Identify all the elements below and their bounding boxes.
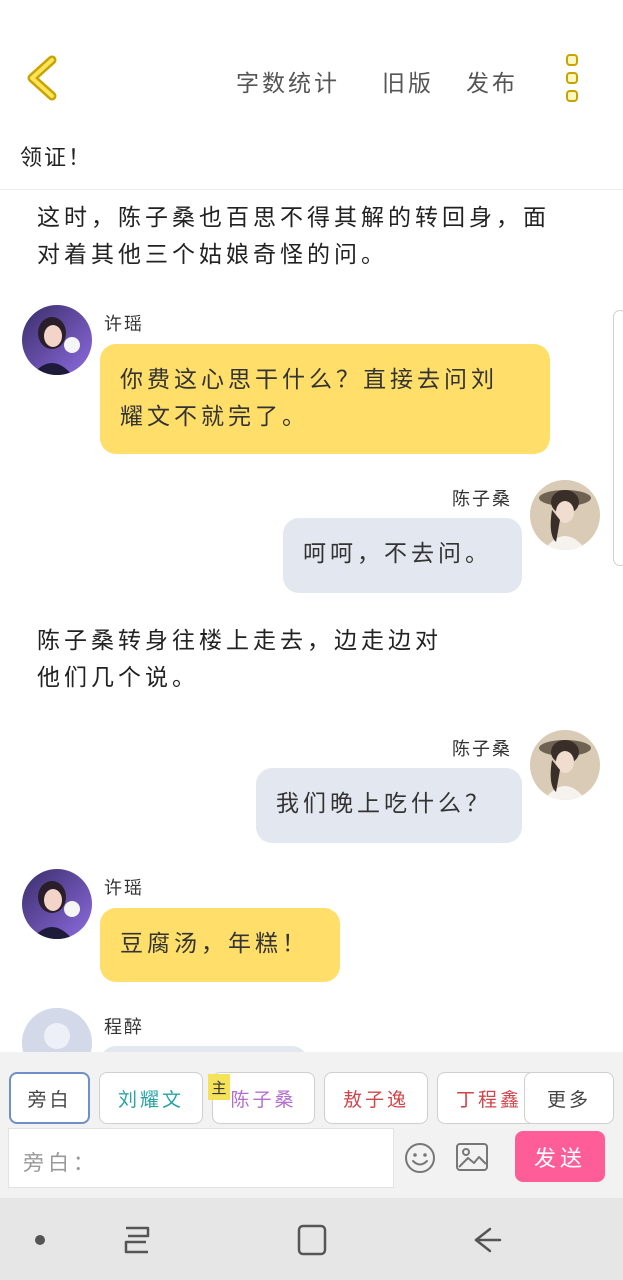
character-name: 许瑶 [104, 314, 144, 335]
avatar-image [530, 730, 600, 800]
message-input[interactable]: 旁白： [8, 1128, 394, 1188]
message-bubble[interactable]: 你费这心思干什么？直接去问刘 耀文不就完了。 [100, 344, 550, 454]
chat-area[interactable]: 这时，陈子桑也百思不得其解的转回身，面 对着其他三个姑娘奇怪的问。 许瑶 你费这… [0, 190, 623, 1052]
narration-line: 这时，陈子桑也百思不得其解的转回身，面 [37, 205, 550, 231]
image-button[interactable] [455, 1142, 489, 1172]
avatar[interactable] [22, 869, 92, 939]
avatar-image [22, 305, 92, 375]
avatar[interactable] [22, 305, 92, 375]
chapter-title[interactable]: 领证！ [20, 140, 92, 172]
protagonist-badge: 主 [208, 1074, 230, 1100]
top-toolbar: 字数统计 旧版 发布 领证！ [0, 0, 623, 190]
system-nav-bar [0, 1198, 623, 1280]
scroll-handle[interactable] [613, 310, 623, 566]
narration-line: 对着其他三个姑娘奇怪的问。 [37, 242, 388, 268]
character-chip[interactable]: 敖子逸 [324, 1072, 428, 1124]
default-avatar-icon [22, 1008, 92, 1052]
smiley-icon [405, 1143, 435, 1173]
narration-line: 他们几个说。 [37, 665, 199, 691]
more-menu-button[interactable] [560, 52, 588, 104]
narration-message[interactable]: 这时，陈子桑也百思不得其解的转回身，面 对着其他三个姑娘奇怪的问。 [37, 200, 597, 274]
input-panel: 旁白 刘耀文 陈子桑 主 敖子逸 丁程鑫 更多 旁白： 发送 [0, 1052, 623, 1198]
emoji-button[interactable] [404, 1142, 436, 1174]
character-name: 陈子桑 [452, 489, 512, 510]
old-version-button[interactable]: 旧版 [382, 64, 434, 98]
narration-line: 陈子桑转身往楼上走去，边走边对 [37, 628, 442, 654]
avatar-image [22, 869, 92, 939]
recent-apps-icon[interactable] [120, 1224, 154, 1256]
word-count-button[interactable]: 字数统计 [236, 64, 340, 98]
avatar[interactable] [22, 1008, 92, 1052]
message-bubble[interactable]: 豆腐汤，年糕！ [100, 908, 340, 982]
back-nav-icon[interactable] [470, 1223, 504, 1257]
narration-message[interactable]: 陈子桑转身往楼上走去，边走边对 他们几个说。 [37, 623, 597, 697]
back-button[interactable] [18, 52, 68, 104]
more-characters-button[interactable]: 更多 [524, 1072, 614, 1124]
image-icon [456, 1143, 488, 1171]
home-icon[interactable] [296, 1223, 328, 1257]
character-chip-narrator[interactable]: 旁白 [9, 1072, 90, 1124]
avatar[interactable] [530, 480, 600, 550]
publish-button[interactable]: 发布 [466, 64, 518, 98]
message-line: 你费这心思干什么？直接去问刘 [120, 367, 498, 393]
dot-icon[interactable] [34, 1234, 46, 1246]
character-name: 许瑶 [104, 878, 144, 899]
message-line: 耀文不就完了。 [120, 404, 309, 430]
chevron-left-icon [27, 55, 57, 101]
message-bubble[interactable]: 呵呵，不去问。 [283, 518, 522, 593]
avatar-image [530, 480, 600, 550]
message-bubble[interactable]: 我们晚上吃什么？ [256, 768, 522, 843]
character-name: 陈子桑 [452, 739, 512, 760]
character-name: 程醉 [104, 1017, 144, 1038]
send-button[interactable]: 发送 [515, 1131, 605, 1182]
character-chip[interactable]: 刘耀文 [99, 1072, 203, 1124]
avatar[interactable] [530, 730, 600, 800]
